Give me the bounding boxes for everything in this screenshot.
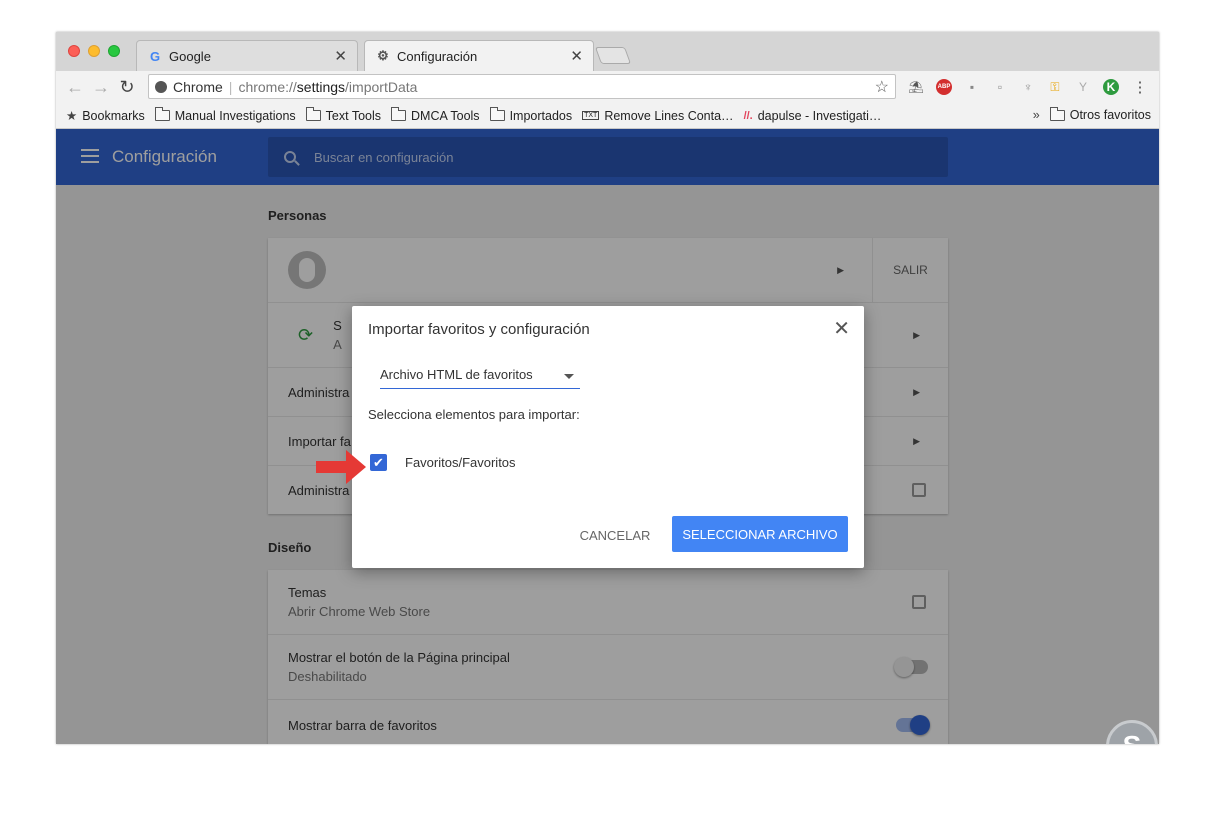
folder-icon	[391, 107, 407, 121]
import-source-value: Archivo HTML de favoritos	[380, 367, 533, 382]
folder-icon	[305, 107, 321, 121]
tab-settings[interactable]: ⚙ Configuración ✕	[364, 40, 594, 71]
settings-page: Configuración Buscar en configuración Pe…	[56, 129, 1159, 744]
google-icon: G	[149, 48, 161, 64]
bookmark-star-icon[interactable]: ☆	[875, 77, 889, 97]
bookmarks-overflow-area: » Otros favoritos	[1033, 106, 1151, 122]
bookmark-item[interactable]: Manual Investigations	[154, 107, 296, 123]
cancel-button[interactable]: CANCELAR	[570, 517, 660, 553]
select-file-button[interactable]: SELECCIONAR ARCHIVO	[672, 516, 848, 552]
extension-icon[interactable]: ⛱	[908, 79, 924, 95]
bookmark-label: Manual Investigations	[174, 108, 296, 123]
bookmarks-bar: ★ Bookmarks Manual Investigations Text T…	[56, 103, 1159, 129]
annotation-arrow-icon	[316, 450, 366, 484]
tab-strip: G Google ✕ ⚙ Configuración ✕	[56, 32, 1159, 71]
folder-icon	[154, 107, 170, 121]
maximize-window-button[interactable]	[108, 45, 120, 57]
back-arrow-icon[interactable]: ←	[62, 77, 88, 98]
extension-icon[interactable]: ▫	[992, 79, 1008, 95]
forward-arrow-icon[interactable]: →	[88, 77, 114, 98]
menu-dots-icon[interactable]: ⋮	[1132, 79, 1148, 96]
extension-icon[interactable]: Y	[1075, 79, 1091, 95]
bookmark-item[interactable]: Importados	[489, 107, 573, 123]
tab-label: Google	[169, 48, 211, 64]
folder-icon	[1049, 106, 1065, 121]
close-tab-icon[interactable]: ✕	[334, 47, 347, 65]
bookmark-item[interactable]: ★ Bookmarks	[66, 108, 145, 124]
gear-icon: ⚙	[377, 48, 389, 63]
chevron-double-icon[interactable]: »	[1033, 108, 1040, 122]
minimize-window-button[interactable]	[88, 45, 100, 57]
tab-google[interactable]: G Google ✕	[136, 40, 358, 71]
bookmark-label: Bookmarks	[82, 108, 145, 123]
url-scheme: chrome://	[238, 78, 297, 95]
bookmark-label: Importados	[509, 108, 573, 123]
extension-icon[interactable]: K	[1103, 79, 1119, 95]
adblock-icon[interactable]: ABP	[936, 79, 952, 95]
browser-toolbar: ← → ↻ Chrome | chrome:// settings /impor…	[56, 71, 1159, 103]
dialog-title: Importar favoritos y configuración	[368, 321, 590, 338]
select-items-label: Selecciona elementos para importar:	[368, 407, 580, 422]
import-dialog: Importar favoritos y configuración ✕ Arc…	[352, 306, 864, 568]
dapulse-icon: //.	[743, 109, 753, 122]
other-bookmarks[interactable]: Otros favoritos	[1070, 108, 1151, 122]
txt-icon: TXT	[582, 111, 600, 120]
new-tab-button[interactable]	[594, 47, 632, 64]
url-host: settings	[296, 78, 346, 95]
site-label: Chrome	[173, 78, 223, 95]
tab-label: Configuración	[397, 48, 478, 64]
bookmark-item[interactable]: Text Tools	[305, 107, 382, 123]
star-icon: ★	[66, 109, 78, 123]
favorites-checkbox-label: Favoritos/Favoritos	[405, 455, 516, 470]
bookmark-item[interactable]: //. dapulse - Investigati…	[744, 109, 882, 123]
extension-icon[interactable]: ▪	[964, 79, 980, 95]
watermark-letter: S	[1123, 730, 1142, 744]
chevron-down-icon	[564, 374, 574, 379]
reload-icon[interactable]: ↻	[114, 77, 140, 98]
close-window-button[interactable]	[68, 45, 80, 57]
bookmark-label: DMCA Tools	[411, 108, 480, 123]
bookmark-item[interactable]: TXT Remove Lines Conta…	[582, 108, 734, 123]
omnibox-separator: |	[228, 78, 233, 95]
bookmark-label: Remove Lines Conta…	[604, 108, 734, 123]
bookmark-item[interactable]: DMCA Tools	[391, 107, 480, 123]
chrome-page-icon	[155, 80, 167, 93]
bookmark-label: Text Tools	[325, 108, 382, 123]
url-path: /importData	[345, 78, 418, 95]
checkmark-icon: ✔	[373, 454, 384, 470]
key-icon[interactable]: ⚿	[1047, 79, 1063, 95]
bookmark-label: dapulse - Investigati…	[757, 108, 882, 123]
favorites-checkbox[interactable]: ✔	[370, 454, 387, 471]
folder-icon	[489, 107, 505, 121]
browser-window: G Google ✕ ⚙ Configuración ✕ ← → ↻ Chrom…	[56, 32, 1159, 744]
extension-icon[interactable]: ♆	[1020, 79, 1036, 95]
address-bar[interactable]: Chrome | chrome:// settings /importData …	[148, 74, 896, 99]
import-source-select[interactable]: Archivo HTML de favoritos	[380, 367, 580, 389]
close-tab-icon[interactable]: ✕	[570, 47, 583, 65]
close-icon[interactable]: ✕	[833, 316, 850, 341]
